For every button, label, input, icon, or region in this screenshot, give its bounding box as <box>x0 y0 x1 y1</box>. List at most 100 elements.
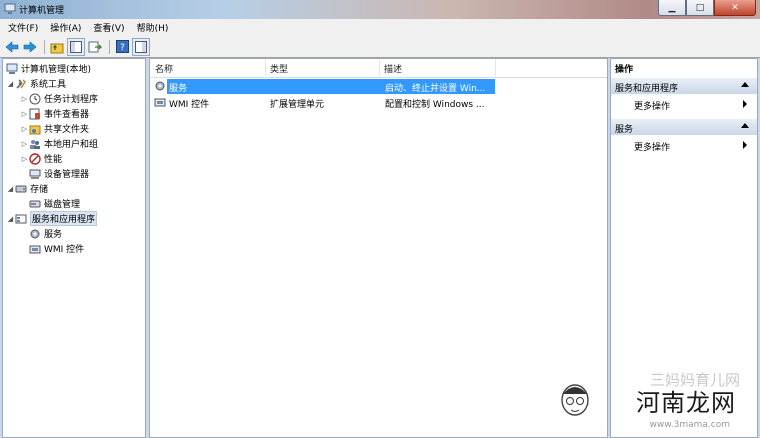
tree-label: 服务 <box>44 230 63 240</box>
tree-item-task-scheduler[interactable]: ▷ 任务计划程序 <box>20 91 98 106</box>
watermark-brand: 河南龙网 <box>636 389 736 417</box>
minimize-icon: ▁ <box>668 2 676 13</box>
tree-label: 任务计划程序 <box>44 95 99 105</box>
expand-triangle-icon[interactable]: ▷ <box>20 155 29 163</box>
computer-management-icon <box>6 63 18 74</box>
action-section-label: 服务 <box>615 125 634 135</box>
tree-label: WMI 控件 <box>44 245 85 255</box>
device-manager-icon <box>29 169 41 179</box>
console-tree-icon <box>70 40 82 53</box>
menu-file[interactable]: 文件(F) <box>8 21 38 34</box>
toolbar: ? <box>0 36 760 58</box>
tree-label: 本地用户和组 <box>44 140 99 150</box>
tree-root[interactable]: 计算机管理(本地) <box>6 61 91 76</box>
row-name: 服务 <box>169 84 188 94</box>
tree-label: 系统工具 <box>30 80 67 90</box>
tree-item-system-tools[interactable]: ◢ 系统工具 <box>6 76 66 91</box>
tree-label: 共享文件夹 <box>44 125 90 135</box>
services-gear-icon <box>155 81 165 91</box>
column-name[interactable]: 名称 <box>155 62 173 75</box>
storage-icon <box>15 185 27 192</box>
help-icon: ? <box>115 40 129 53</box>
maximize-button[interactable]: □ <box>686 0 714 16</box>
collapse-triangle-icon[interactable]: ◢ <box>6 215 15 223</box>
tree-item-device-manager[interactable]: 设备管理器 <box>29 166 89 181</box>
list-row[interactable]: WMI 控件 扩展管理单元 配置和控制 Windows ... <box>152 95 607 110</box>
services-apps-icon <box>15 214 27 223</box>
menu-action[interactable]: 操作(A) <box>50 21 81 34</box>
shared-folder-icon <box>29 125 41 134</box>
row-description: 启动、终止并设置 Win... <box>385 84 486 94</box>
row-description: 配置和控制 Windows ... <box>385 100 485 110</box>
event-viewer-icon <box>29 108 40 119</box>
submenu-arrow-icon <box>743 100 747 108</box>
tree-item-storage[interactable]: ◢ 存储 <box>6 181 48 196</box>
minimize-button[interactable]: ▁ <box>658 0 686 16</box>
tree-item-services-and-apps[interactable]: ◢ 服务和应用程序 <box>6 211 98 226</box>
export-list-button[interactable] <box>87 39 103 55</box>
menu-help[interactable]: 帮助(H) <box>137 21 169 34</box>
column-divider[interactable] <box>495 59 496 76</box>
console-tree-pane: 计算机管理(本地) ◢ 系统工具 ▷ 任务计划程序 ▷ 事件查看器 ▷ 共享文件… <box>2 58 146 438</box>
computer-management-icon <box>4 3 16 14</box>
row-name: WMI 控件 <box>169 100 210 110</box>
collapse-up-icon[interactable] <box>741 82 749 87</box>
menu-view[interactable]: 查看(V) <box>93 21 124 34</box>
tree-label: 服务和应用程序 <box>30 211 98 226</box>
close-icon: ✕ <box>731 2 739 13</box>
tree-root-label: 计算机管理(本地) <box>21 65 92 75</box>
title-bar[interactable]: 计算机管理 ▁ □ ✕ <box>0 0 760 19</box>
submenu-arrow-icon <box>743 141 747 149</box>
column-type[interactable]: 类型 <box>270 62 288 75</box>
column-description[interactable]: 描述 <box>384 62 402 75</box>
tree-item-event-viewer[interactable]: ▷ 事件查看器 <box>20 106 89 121</box>
tree-item-disk-management[interactable]: 磁盘管理 <box>29 196 80 211</box>
up-level-button[interactable] <box>49 39 65 55</box>
tree-item-wmi-control[interactable]: WMI 控件 <box>29 241 84 256</box>
show-hide-action-pane-button[interactable] <box>132 37 150 56</box>
window-title: 计算机管理 <box>19 6 65 16</box>
expand-triangle-icon[interactable]: ▷ <box>20 110 29 118</box>
expand-triangle-icon[interactable]: ▷ <box>20 125 29 133</box>
watermark: 三妈妈育儿网 河南龙网 www.3mama.com <box>561 371 752 432</box>
export-icon <box>88 41 102 52</box>
expand-triangle-icon[interactable]: ▷ <box>20 140 29 148</box>
action-section-header[interactable]: 服务和应用程序 <box>611 78 757 94</box>
clock-icon <box>29 93 41 104</box>
show-hide-tree-button[interactable] <box>67 37 85 56</box>
services-gear-icon <box>30 229 40 238</box>
disk-icon <box>29 200 41 207</box>
tree-item-shared-folders[interactable]: ▷ 共享文件夹 <box>20 121 89 136</box>
close-button[interactable]: ✕ <box>714 0 756 16</box>
performance-icon <box>29 152 41 165</box>
tools-icon <box>16 78 26 89</box>
collapse-triangle-icon[interactable]: ◢ <box>6 185 15 193</box>
tree-item-services[interactable]: 服务 <box>29 226 62 241</box>
more-actions-item[interactable]: 更多操作 <box>611 137 757 153</box>
column-divider[interactable] <box>379 59 380 76</box>
action-section-header[interactable]: 服务 <box>611 119 757 135</box>
action-pane-icon <box>135 40 147 53</box>
more-actions-label: 更多操作 <box>634 143 671 153</box>
expand-triangle-icon[interactable]: ▷ <box>20 95 29 103</box>
help-button[interactable]: ? <box>114 39 130 55</box>
tree-item-local-users[interactable]: ▷ 本地用户和组 <box>20 136 98 151</box>
column-divider[interactable] <box>265 59 266 76</box>
more-actions-item[interactable]: 更多操作 <box>611 96 757 112</box>
svg-text:?: ? <box>120 43 125 53</box>
folder-up-icon <box>50 43 64 53</box>
tree-item-performance[interactable]: ▷ 性能 <box>20 151 62 166</box>
back-button[interactable] <box>4 39 20 55</box>
forward-button[interactable] <box>22 39 38 55</box>
list-row[interactable]: 服务 启动、终止并设置 Win... <box>152 79 607 94</box>
collapse-up-icon[interactable] <box>741 123 749 128</box>
tree-label: 性能 <box>44 155 63 165</box>
collapse-triangle-icon[interactable]: ◢ <box>6 80 15 88</box>
tree-label: 事件查看器 <box>44 110 90 120</box>
maximize-icon: □ <box>695 2 705 13</box>
more-actions-label: 更多操作 <box>634 102 671 112</box>
menu-bar: 文件(F) 操作(A) 查看(V) 帮助(H) <box>0 19 760 36</box>
toolbar-separator <box>44 39 45 54</box>
back-arrow-icon <box>5 40 19 53</box>
users-icon <box>30 139 40 149</box>
